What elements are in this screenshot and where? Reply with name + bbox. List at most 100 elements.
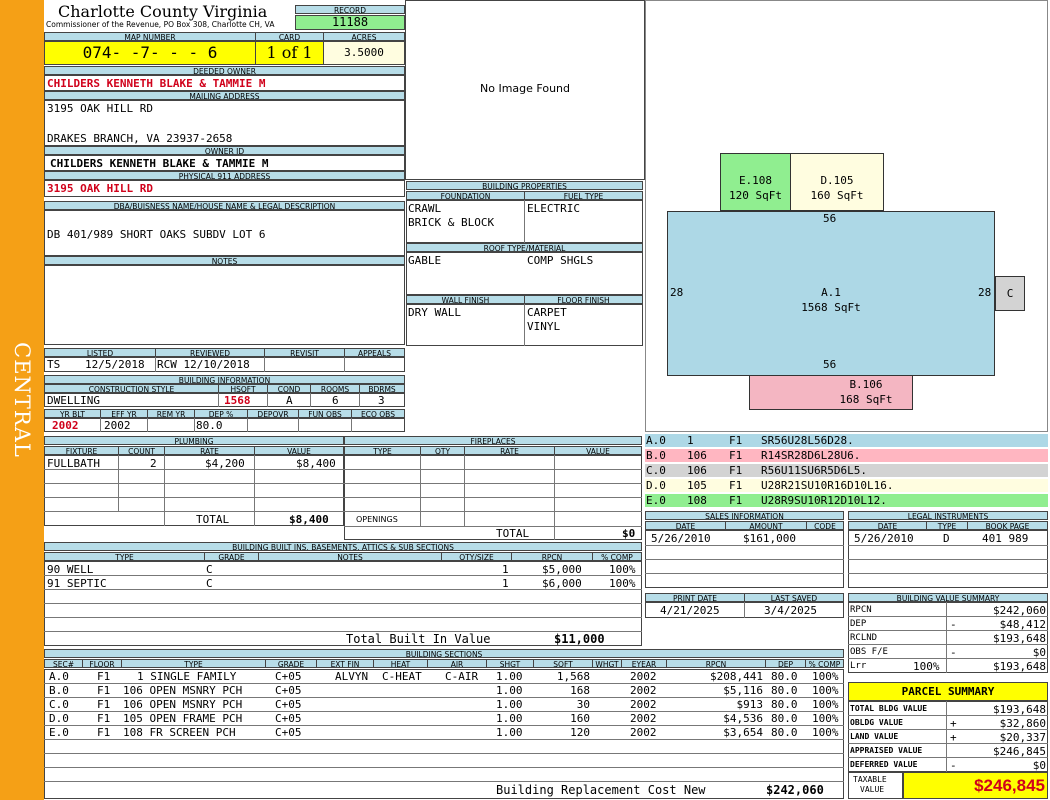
value-summary-dep: $48,412 xyxy=(999,618,1046,631)
parcel-land: $20,337 xyxy=(999,731,1046,744)
built-in-rpcn: $6,000 xyxy=(542,577,582,590)
hsqft-header: HSQFT xyxy=(218,384,268,393)
fuel-type-header: FUEL TYPE xyxy=(524,191,643,200)
built-in-grade: C xyxy=(206,577,213,590)
wall-finish: DRY WALL xyxy=(408,306,461,319)
built-in-total: $11,000 xyxy=(554,632,605,646)
last-saved-header: LAST SAVED xyxy=(744,593,844,602)
wall-finish-header: WALL FINISH xyxy=(406,295,525,304)
sketch-area-b-id: B.106 xyxy=(849,378,883,391)
sketch-area-c: C xyxy=(995,276,1025,311)
built-in-type: 90 WELL xyxy=(47,563,94,576)
fireplaces-col-type: TYPE xyxy=(344,446,421,455)
print-date-header: PRINT DATE xyxy=(645,593,745,602)
parcel-total-bldg-label: TOTAL BLDG VALUE xyxy=(850,704,928,713)
built-ins-col-comp: % COMP xyxy=(592,552,642,561)
vector-table: A.0 1 F1 SR56U28L56D28. B.0 106 F1 R14SR28D6L2… xyxy=(645,434,1048,509)
sketch-area-b-sqft: 168 SqFt xyxy=(839,393,893,406)
county-name: Charlotte County Virginia xyxy=(58,2,268,21)
plumbing-total: $8,400 xyxy=(289,513,329,526)
fireplaces-col-value: VALUE xyxy=(554,446,642,455)
replacement-cost-label: Building Replacement Cost New xyxy=(496,783,706,797)
sales-date: 5/26/2010 xyxy=(651,532,711,545)
section-row: E.0 F1 108 FR SCREEN PCH C+05 1.00 120 2002 $3,… xyxy=(49,726,839,739)
fireplaces-openings-label: OPENINGS xyxy=(356,515,398,524)
map-number: 074- -7- - - 6 xyxy=(44,41,256,65)
sketch-area-e-id: E.108 xyxy=(738,174,773,187)
no-image-text: No Image Found xyxy=(480,82,570,95)
record-header: RECORD xyxy=(295,5,405,14)
map-number-header: MAP NUMBER xyxy=(44,32,256,41)
sketch-area-d: D.105 160 SqFt xyxy=(790,153,884,211)
listed-by: TS xyxy=(47,358,61,371)
section-row: A.0 F1 1 SINGLE FAMILY C+05 ALVYN C-HEAT C-AIR… xyxy=(49,670,839,683)
built-in-qty: 1 xyxy=(502,563,509,576)
fireplaces-header: FIREPLACES xyxy=(344,436,642,445)
built-in-qty: 1 xyxy=(502,577,509,590)
value-summary-lrr-label: Lrr xyxy=(850,661,867,671)
sections-header-row: SEC# FLOOR TYPE GRADE EXT FIN HEAT AIR S… xyxy=(44,659,844,669)
sketch-area-e-sqft: 120 SqFt xyxy=(729,189,782,202)
bdrms-value: 3 xyxy=(378,394,385,407)
built-in-type: 91 SEPTIC xyxy=(47,577,107,590)
listed-date: 12/5/2018 xyxy=(85,358,145,371)
deeded-owner-header: DEEDED OWNER xyxy=(44,66,405,75)
dba-value: DB 401/989 SHORT OAKS SUBDV LOT 6 xyxy=(47,228,266,241)
built-in-comp: 100% xyxy=(609,563,636,576)
plumbing-col-value: VALUE xyxy=(254,446,344,455)
dep-header: DEP % xyxy=(194,409,248,418)
value-summary-rpcn-label: RPCN xyxy=(850,605,872,615)
sketch-area-d-id: D.105 xyxy=(820,174,854,187)
sketch-dim-top: 56 xyxy=(823,212,837,225)
plumbing-rate: $4,200 xyxy=(205,457,245,470)
legal-bookpage: 401 989 xyxy=(982,532,1029,545)
parcel-deferred: $0 xyxy=(1032,759,1046,772)
value-summary-dep-label: DEP xyxy=(850,619,867,629)
value-summary-header: BUILDING VALUE SUMMARY xyxy=(848,593,1048,602)
plumbing-count: 2 xyxy=(150,457,157,470)
vector-row: D.0 105 F1 U28R21SU10R16D10L16. xyxy=(645,479,1048,492)
value-summary-obs: $0 xyxy=(1032,646,1046,659)
vector-row: C.0 106 F1 R56U11SU6R5D6L5. xyxy=(645,464,1048,477)
owner-id-header: OWNER ID xyxy=(44,146,405,155)
funobs-header: FUN OBS xyxy=(298,409,352,418)
built-in-comp: 100% xyxy=(609,577,636,590)
taxable-label-2: VALUE xyxy=(860,785,885,794)
foundation-1: CRAWL xyxy=(408,202,442,215)
legal-col-type: TYPE xyxy=(926,521,968,530)
roof-type: GABLE xyxy=(408,254,442,267)
owner-id: CHILDERS KENNETH BLAKE & TAMMIE M xyxy=(50,157,269,170)
depovr-header: DEPOVR xyxy=(247,409,299,418)
section-row: B.0 F1 106 OPEN MSNRY PCH C+05 1.00 168 2002 $5… xyxy=(49,684,839,697)
built-ins-col-grade: GRADE xyxy=(204,552,259,561)
taxable-label-1: TAXABLE xyxy=(853,775,887,784)
yrblt-header: YR BLT xyxy=(44,409,101,418)
fireplaces-col-rate: RATE xyxy=(464,446,555,455)
sketch-area-a: A.1 1568 SqFt xyxy=(667,211,995,376)
district-label: CENTRAL xyxy=(10,342,34,458)
value-summary-rclnd-label: RCLND xyxy=(850,633,878,643)
mailing-line-2: DRAKES BRANCH, VA 23937-2658 xyxy=(47,132,233,145)
replacement-cost: $242,060 xyxy=(766,783,824,797)
revisit-header: REVISIT xyxy=(264,348,345,357)
built-in-rpcn: $5,000 xyxy=(542,563,582,576)
record-value: 11188 xyxy=(295,15,405,30)
floor-finish-2: VINYL xyxy=(527,320,561,333)
dba-header: DBA/BUISNESS NAME/HOUSE NAME & LEGAL DES… xyxy=(44,201,405,210)
bdrms-header: BDRMS xyxy=(359,384,405,393)
legal-header: LEGAL INSTRUMENTS xyxy=(848,511,1048,520)
construction-style-header: CONSTRUCTION STYLE xyxy=(44,384,219,393)
taxable-value: $246,845 xyxy=(903,772,1048,799)
county-address: Commissioner of the Revenue, PO Box 308,… xyxy=(46,20,275,29)
sketch-area-d-sqft: 160 SqFt xyxy=(810,189,864,202)
reviewed-header: REVIEWED xyxy=(155,348,265,357)
sketch-area-a-id: A.1 xyxy=(821,286,841,299)
print-date: 4/21/2025 xyxy=(660,604,720,617)
appeals-header: APPEALS xyxy=(344,348,405,357)
fuel-type: ELECTRIC xyxy=(527,202,580,215)
effective-year: 2002 xyxy=(104,419,131,432)
vector-row: B.0 106 F1 R14SR28D6L28U6. xyxy=(645,449,1048,462)
sales-col-code: CODE xyxy=(806,521,844,530)
sketch-area-b: B.106 168 SqFt xyxy=(749,375,913,410)
fireplaces-total: $0 xyxy=(622,527,636,540)
